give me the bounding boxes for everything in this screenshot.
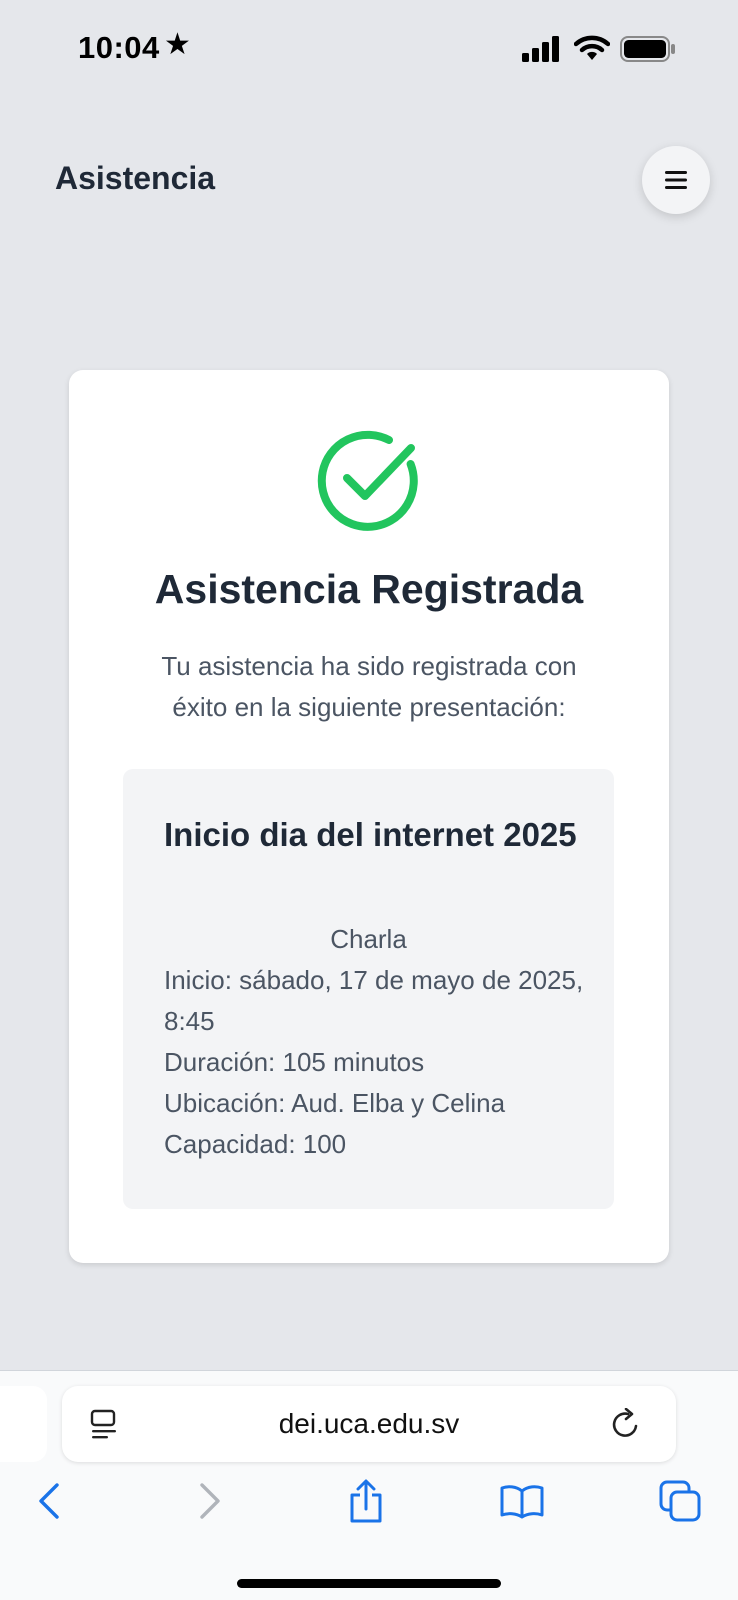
page-title: Asistencia: [55, 160, 216, 196]
star-icon: ★: [164, 28, 191, 61]
screen: 10:04 ★ Asistencia Asistencia Registrada…: [0, 0, 738, 1600]
browser-chrome: dei.uca.edu.sv: [0, 1370, 738, 1600]
share-icon: [350, 1479, 382, 1523]
check-circle-icon: [317, 430, 418, 531]
url-text[interactable]: dei.uca.edu.sv: [62, 1386, 676, 1462]
address-bar[interactable]: dei.uca.edu.sv: [62, 1386, 676, 1462]
event-type: Charla: [330, 924, 407, 954]
event-details: Inicio dia del internet 2025 Charla Inic…: [123, 769, 614, 1209]
home-indicator[interactable]: [237, 1579, 501, 1588]
tabs-button[interactable]: [650, 1471, 710, 1531]
back-button[interactable]: [19, 1471, 79, 1531]
hamburger-menu-icon: [665, 171, 687, 189]
card-message: Tu asistencia ha sido registrada con éxi…: [161, 651, 577, 722]
share-button[interactable]: [336, 1471, 396, 1531]
cellular-signal-icon: [522, 36, 559, 62]
event-capacity: Capacidad: 100: [164, 1129, 347, 1159]
previous-tab[interactable]: [0, 1386, 47, 1462]
status-bar: 10:04 ★: [0, 0, 738, 100]
event-duration: Duración: 105 minutos: [164, 1047, 425, 1077]
confirmation-card: Asistencia Registrada Tu asistencia ha s…: [69, 370, 669, 1263]
status-time: 10:04: [78, 30, 160, 65]
event-info: Inicio: sábado, 17 de mayo de 2025, 8:45…: [164, 960, 584, 1165]
card-title: Asistencia Registrada: [154, 566, 584, 612]
event-title: Inicio dia del internet 2025: [164, 816, 577, 853]
back-icon: [39, 1483, 59, 1519]
forward-icon: [200, 1483, 220, 1519]
event-location: Ubicación: Aud. Elba y Celina: [164, 1088, 506, 1118]
forward-button[interactable]: [180, 1471, 240, 1531]
wifi-icon: [574, 35, 610, 60]
reload-icon[interactable]: [610, 1408, 642, 1440]
bookmarks-icon: [500, 1485, 544, 1519]
battery-icon: [620, 36, 675, 62]
bookmarks-button[interactable]: [492, 1471, 552, 1531]
tabs-icon: [659, 1480, 701, 1522]
menu-button[interactable]: [642, 146, 710, 214]
event-start: Inicio: sábado, 17 de mayo de 2025, 8:45: [164, 965, 584, 1036]
